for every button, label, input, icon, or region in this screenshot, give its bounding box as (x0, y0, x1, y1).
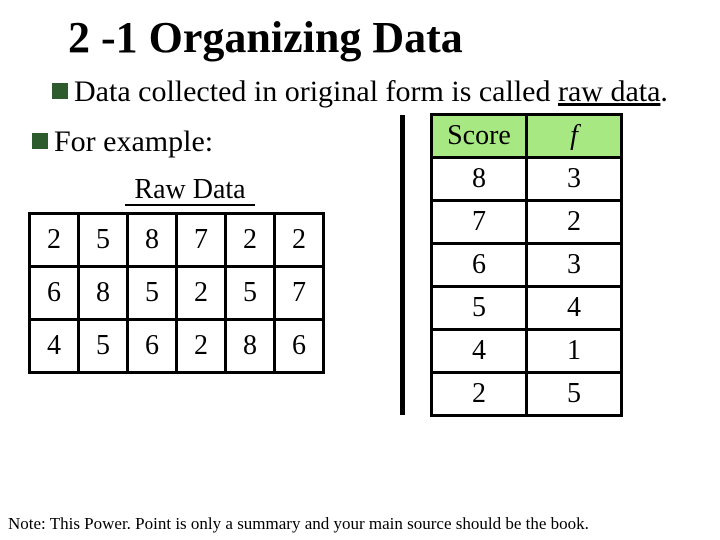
cell: 2 (177, 267, 226, 320)
cell: 1 (527, 329, 622, 372)
cell: 6 (275, 320, 324, 373)
cell: 7 (432, 200, 527, 243)
cell: 6 (432, 243, 527, 286)
raw-data-label: Raw Data (60, 174, 320, 206)
table-row: 54 (432, 286, 622, 329)
cell: 8 (432, 157, 527, 200)
content-row: For example: Raw Data 2 5 8 7 2 2 6 8 (20, 119, 700, 439)
table-row: 25 (432, 372, 622, 415)
cell: 4 (527, 286, 622, 329)
cell: 4 (432, 329, 527, 372)
header-f: f (527, 114, 622, 157)
raw-data-label-text: Raw Data (134, 174, 245, 205)
bullet-raw-data: Data collected in original form is calle… (52, 73, 700, 111)
cell: 2 (177, 320, 226, 373)
cell: 7 (275, 267, 324, 320)
vertical-divider (400, 115, 405, 415)
cell: 2 (226, 214, 275, 267)
table-row: 72 (432, 200, 622, 243)
bullet-icon (32, 133, 48, 149)
table-row: 63 (432, 243, 622, 286)
cell: 2 (30, 214, 79, 267)
table-row: 4 5 6 2 8 6 (30, 320, 324, 373)
cell: 6 (30, 267, 79, 320)
frequency-table: Score f 83 72 63 54 41 25 (430, 113, 623, 417)
header-score: Score (432, 114, 527, 157)
bullet-text-a: Data collected in original form is calle… (74, 75, 558, 108)
cell: 3 (527, 243, 622, 286)
left-column: For example: Raw Data 2 5 8 7 2 2 6 8 (20, 119, 360, 375)
cell: 8 (79, 267, 128, 320)
cell: 2 (275, 214, 324, 267)
bullet-example: For example: (32, 123, 360, 161)
cell: 2 (527, 200, 622, 243)
table-row: 83 (432, 157, 622, 200)
cell: 5 (432, 286, 527, 329)
cell: 8 (128, 214, 177, 267)
bullet-text-c: . (660, 75, 668, 108)
cell: 5 (226, 267, 275, 320)
cell: 3 (527, 157, 622, 200)
cell: 5 (79, 320, 128, 373)
table-row: 2 5 8 7 2 2 (30, 214, 324, 267)
right-column: Score f 83 72 63 54 41 25 (430, 113, 623, 417)
slide: 2 -1 Organizing Data Data collected in o… (0, 0, 720, 439)
bullet-icon (52, 83, 68, 99)
table-row: 41 (432, 329, 622, 372)
cell: 8 (226, 320, 275, 373)
raw-data-table: 2 5 8 7 2 2 6 8 5 2 5 7 4 5 (28, 212, 325, 374)
cell: 2 (432, 372, 527, 415)
cell: 5 (527, 372, 622, 415)
term-raw-data: raw data (558, 75, 660, 108)
cell: 5 (79, 214, 128, 267)
cell: 4 (30, 320, 79, 373)
cell: 7 (177, 214, 226, 267)
footer-note: Note: This Power. Point is only a summar… (8, 514, 589, 534)
table-header-row: Score f (432, 114, 622, 157)
cell: 6 (128, 320, 177, 373)
table-row: 6 8 5 2 5 7 (30, 267, 324, 320)
page-title: 2 -1 Organizing Data (68, 12, 700, 63)
cell: 5 (128, 267, 177, 320)
bullet-example-text: For example: (54, 125, 213, 158)
